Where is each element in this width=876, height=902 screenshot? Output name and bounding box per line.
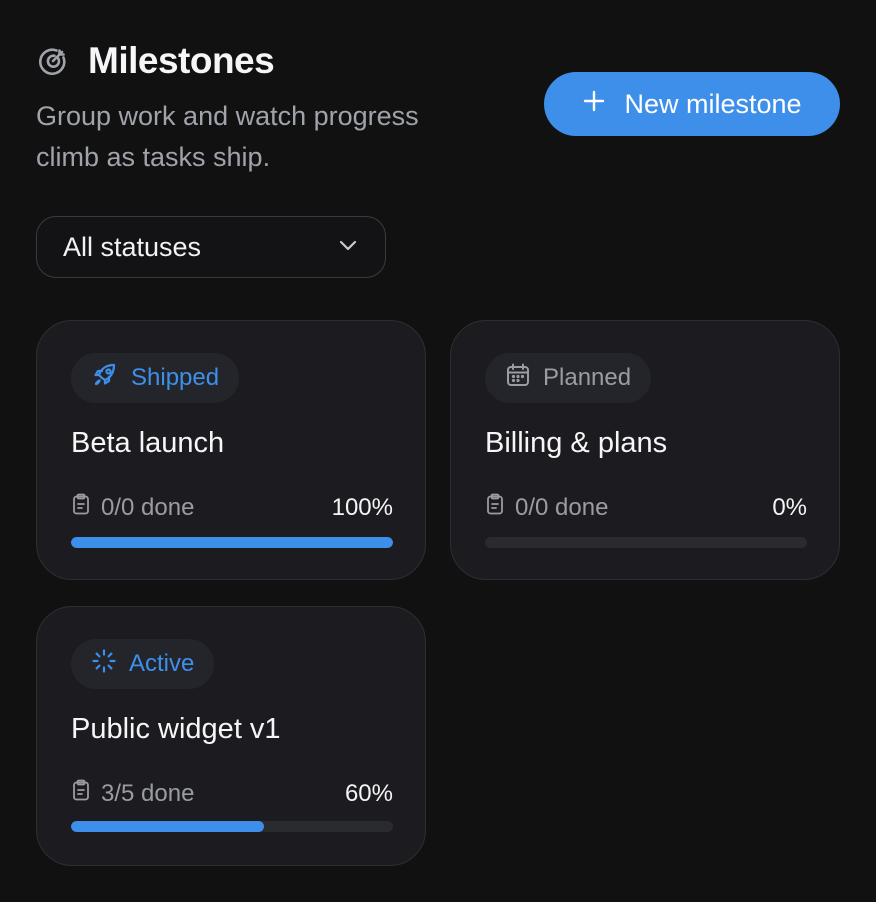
- status-label: Shipped: [131, 364, 220, 391]
- progress-bar: [485, 537, 807, 548]
- status-badge: Shipped: [71, 353, 240, 403]
- calendar-icon: [505, 362, 531, 395]
- milestone-title: Beta launch: [71, 427, 225, 459]
- milestone-title: Public widget v1: [71, 713, 281, 745]
- new-milestone-button[interactable]: New milestone: [544, 72, 840, 136]
- task-count-label: 3/5 done: [101, 779, 195, 807]
- progress-percent: 0%: [772, 493, 807, 521]
- clipboard-icon: [485, 493, 505, 522]
- progress-bar: [71, 821, 393, 832]
- milestone-card[interactable]: Planned Billing & plans 0/0 done 0%: [450, 320, 840, 580]
- progress-row: 0/0 done 100%: [71, 493, 393, 522]
- milestone-title: Billing & plans: [485, 427, 668, 459]
- header: Milestones: [36, 40, 275, 82]
- task-count-label: 0/0 done: [515, 493, 609, 521]
- status-filter-value: All statuses: [63, 231, 202, 262]
- plus-icon: [582, 89, 606, 120]
- milestone-card[interactable]: Active Public widget v1 3/5 done 60%: [36, 606, 426, 866]
- new-milestone-label: New milestone: [624, 88, 802, 119]
- milestones-page: Milestones Group work and watch progress…: [0, 0, 876, 902]
- status-badge: Active: [71, 639, 215, 689]
- progress-bar: [71, 537, 393, 548]
- progress-percent: 60%: [344, 779, 393, 807]
- page-subtitle: Group work and watch progress climb as t…: [36, 101, 419, 172]
- progress-row: 3/5 done 60%: [71, 779, 393, 808]
- chevron-down-icon: [337, 234, 359, 261]
- rocket-icon: [91, 361, 119, 396]
- clipboard-icon: [71, 493, 91, 522]
- status-label: Active: [129, 650, 195, 677]
- progress-percent: 100%: [331, 493, 393, 521]
- progress-fill: [71, 537, 393, 548]
- progress-fill: [71, 821, 265, 832]
- task-count: 3/5 done: [71, 779, 194, 808]
- status-label: Planned: [543, 364, 632, 391]
- progress-row: 0/0 done 0%: [485, 493, 807, 522]
- task-count: 0/0 done: [485, 493, 608, 522]
- status-filter-select[interactable]: All statuses: [36, 216, 386, 278]
- task-count-label: 0/0 done: [101, 493, 195, 521]
- status-badge: Planned: [485, 353, 652, 403]
- loader-icon: [91, 648, 117, 681]
- page-title: Milestones: [88, 40, 275, 81]
- target-icon: [36, 44, 70, 78]
- clipboard-icon: [71, 779, 91, 808]
- milestone-card[interactable]: Shipped Beta launch 0/0 done 100%: [36, 320, 426, 580]
- task-count: 0/0 done: [71, 493, 194, 522]
